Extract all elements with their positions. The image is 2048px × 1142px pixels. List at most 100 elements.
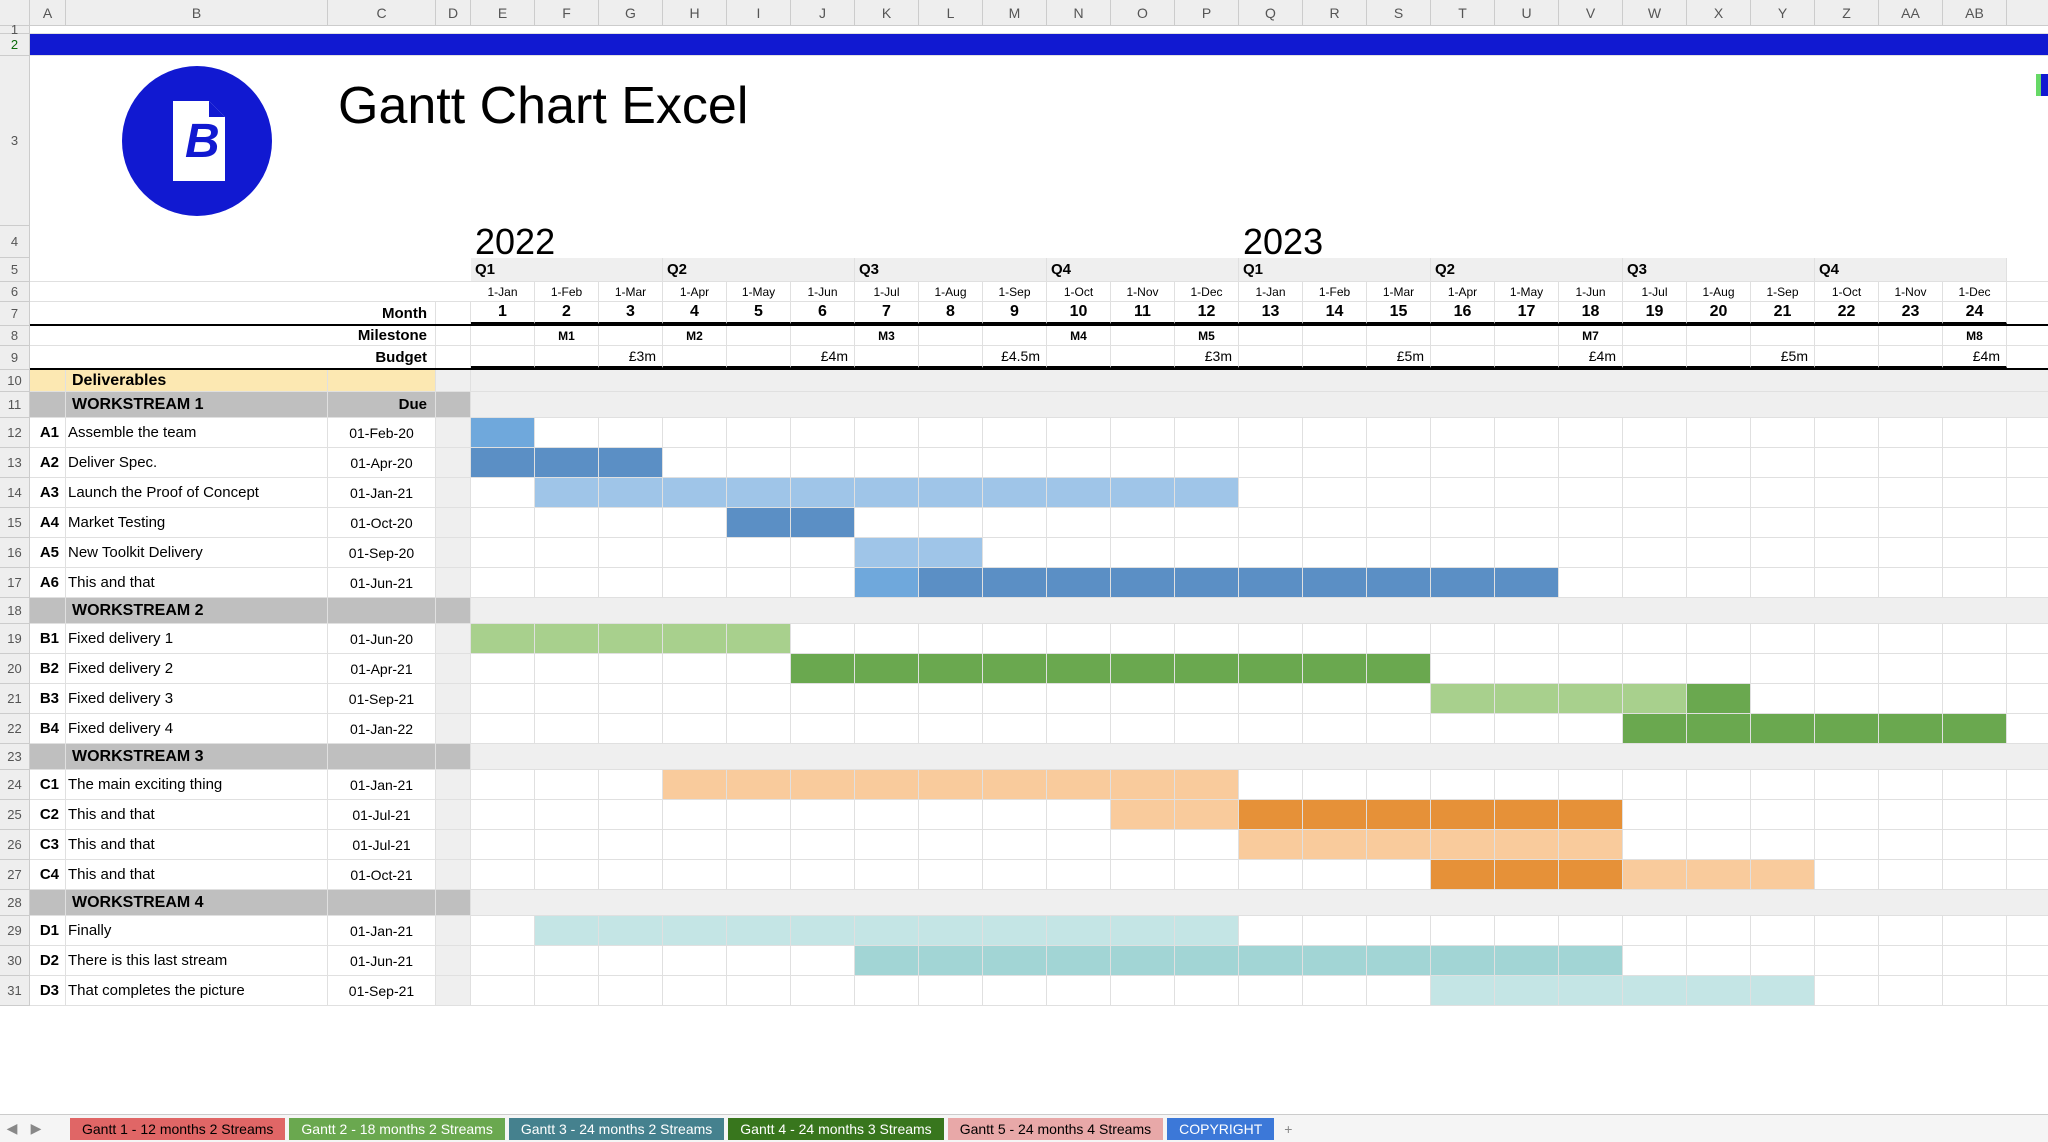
col-J[interactable]: J: [791, 0, 855, 25]
col-E[interactable]: E: [471, 0, 535, 25]
task-name: Fixed delivery 3: [66, 684, 328, 713]
col-AB[interactable]: AB: [1943, 0, 2007, 25]
col-Y[interactable]: Y: [1751, 0, 1815, 25]
row-2[interactable]: 2: [0, 34, 30, 56]
col-S[interactable]: S: [1367, 0, 1431, 25]
row-25[interactable]: 25: [0, 800, 30, 830]
row-31[interactable]: 31: [0, 976, 30, 1006]
row-29[interactable]: 29: [0, 916, 30, 946]
row-12[interactable]: 12: [0, 418, 30, 448]
row-23[interactable]: 23: [0, 744, 30, 770]
task-row[interactable]: B3Fixed delivery 301-Sep-21: [30, 684, 2048, 714]
row-20[interactable]: 20: [0, 654, 30, 684]
task-due: 01-Feb-20: [328, 418, 436, 447]
task-due: 01-Jul-21: [328, 830, 436, 859]
task-due: 01-Jan-21: [328, 770, 436, 799]
row-8[interactable]: 8: [0, 326, 30, 346]
row-1[interactable]: 1: [0, 26, 30, 34]
row-24[interactable]: 24: [0, 770, 30, 800]
row-13[interactable]: 13: [0, 448, 30, 478]
task-row[interactable]: D3That completes the picture01-Sep-21: [30, 976, 2048, 1006]
task-row[interactable]: B1Fixed delivery 101-Jun-20: [30, 624, 2048, 654]
task-name: Launch the Proof of Concept: [66, 478, 328, 507]
col-U[interactable]: U: [1495, 0, 1559, 25]
row-27[interactable]: 27: [0, 860, 30, 890]
spreadsheet-grid[interactable]: B Gantt Chart Excel 2022 2023 Q1Q2Q3Q4Q1…: [30, 26, 2048, 1114]
task-row[interactable]: B2Fixed delivery 201-Apr-21: [30, 654, 2048, 684]
col-V[interactable]: V: [1559, 0, 1623, 25]
task-row[interactable]: A5New Toolkit Delivery01-Sep-20: [30, 538, 2048, 568]
col-M[interactable]: M: [983, 0, 1047, 25]
row-26[interactable]: 26: [0, 830, 30, 860]
add-sheet-button[interactable]: +: [1276, 1117, 1300, 1141]
col-I[interactable]: I: [727, 0, 791, 25]
task-row[interactable]: A6This and that01-Jun-21: [30, 568, 2048, 598]
col-P[interactable]: P: [1175, 0, 1239, 25]
task-row[interactable]: A3Launch the Proof of Concept01-Jan-21: [30, 478, 2048, 508]
col-T[interactable]: T: [1431, 0, 1495, 25]
sheet-tab-2[interactable]: Gantt 2 - 18 months 2 Streams: [289, 1118, 504, 1140]
col-X[interactable]: X: [1687, 0, 1751, 25]
task-row[interactable]: C4This and that01-Oct-21: [30, 860, 2048, 890]
col-G[interactable]: G: [599, 0, 663, 25]
row-21[interactable]: 21: [0, 684, 30, 714]
col-Q[interactable]: Q: [1239, 0, 1303, 25]
col-L[interactable]: L: [919, 0, 983, 25]
task-row[interactable]: B4Fixed delivery 401-Jan-22: [30, 714, 2048, 744]
row-14[interactable]: 14: [0, 478, 30, 508]
sheet-tab-4[interactable]: Gantt 4 - 24 months 3 Streams: [728, 1118, 943, 1140]
col-W[interactable]: W: [1623, 0, 1687, 25]
col-F[interactable]: F: [535, 0, 599, 25]
col-C[interactable]: C: [328, 0, 436, 25]
sheet-tab-5[interactable]: Gantt 5 - 24 months 4 Streams: [948, 1118, 1163, 1140]
col-D[interactable]: D: [436, 0, 471, 25]
col-AA[interactable]: AA: [1879, 0, 1943, 25]
row-22[interactable]: 22: [0, 714, 30, 744]
task-row[interactable]: C2This and that01-Jul-21: [30, 800, 2048, 830]
row-16[interactable]: 16: [0, 538, 30, 568]
col-H[interactable]: H: [663, 0, 727, 25]
row-4[interactable]: 4: [0, 226, 30, 258]
col-R[interactable]: R: [1303, 0, 1367, 25]
row-15[interactable]: 15: [0, 508, 30, 538]
sheet-tab-3[interactable]: Gantt 3 - 24 months 2 Streams: [509, 1118, 724, 1140]
row-6[interactable]: 6: [0, 282, 30, 302]
task-name: Assemble the team: [66, 418, 328, 447]
task-row[interactable]: A1Assemble the team01-Feb-20: [30, 418, 2048, 448]
col-Z[interactable]: Z: [1815, 0, 1879, 25]
task-row[interactable]: D1Finally01-Jan-21: [30, 916, 2048, 946]
task-id: D1: [30, 916, 66, 945]
task-id: B3: [30, 684, 66, 713]
task-id: B2: [30, 654, 66, 683]
sheet-tab-6[interactable]: COPYRIGHT: [1167, 1118, 1274, 1140]
row-17[interactable]: 17: [0, 568, 30, 598]
col-B[interactable]: B: [66, 0, 328, 25]
task-row[interactable]: C3This and that01-Jul-21: [30, 830, 2048, 860]
row-30[interactable]: 30: [0, 946, 30, 976]
row-9[interactable]: 9: [0, 346, 30, 370]
col-A[interactable]: A: [30, 0, 66, 25]
row-11[interactable]: 11: [0, 392, 30, 418]
task-row[interactable]: A4Market Testing01-Oct-20: [30, 508, 2048, 538]
row-19[interactable]: 19: [0, 624, 30, 654]
task-due: 01-Jun-21: [328, 568, 436, 597]
row-7[interactable]: 7: [0, 302, 30, 326]
task-id: B1: [30, 624, 66, 653]
col-K[interactable]: K: [855, 0, 919, 25]
row-3[interactable]: 3: [0, 56, 30, 226]
task-row[interactable]: D2There is this last stream01-Jun-21: [30, 946, 2048, 976]
tab-nav-next[interactable]: ▶: [24, 1117, 48, 1141]
row-18[interactable]: 18: [0, 598, 30, 624]
row-5[interactable]: 5: [0, 258, 30, 282]
col-N[interactable]: N: [1047, 0, 1111, 25]
task-id: C3: [30, 830, 66, 859]
col-O[interactable]: O: [1111, 0, 1175, 25]
task-row[interactable]: C1The main exciting thing01-Jan-21: [30, 770, 2048, 800]
sheet-tab-1[interactable]: Gantt 1 - 12 months 2 Streams: [70, 1118, 285, 1140]
selection-handle[interactable]: [2036, 74, 2048, 96]
row-28[interactable]: 28: [0, 890, 30, 916]
task-id: A5: [30, 538, 66, 567]
row-10[interactable]: 10: [0, 370, 30, 392]
task-row[interactable]: A2Deliver Spec.01-Apr-20: [30, 448, 2048, 478]
tab-nav-prev[interactable]: ◀: [0, 1117, 24, 1141]
